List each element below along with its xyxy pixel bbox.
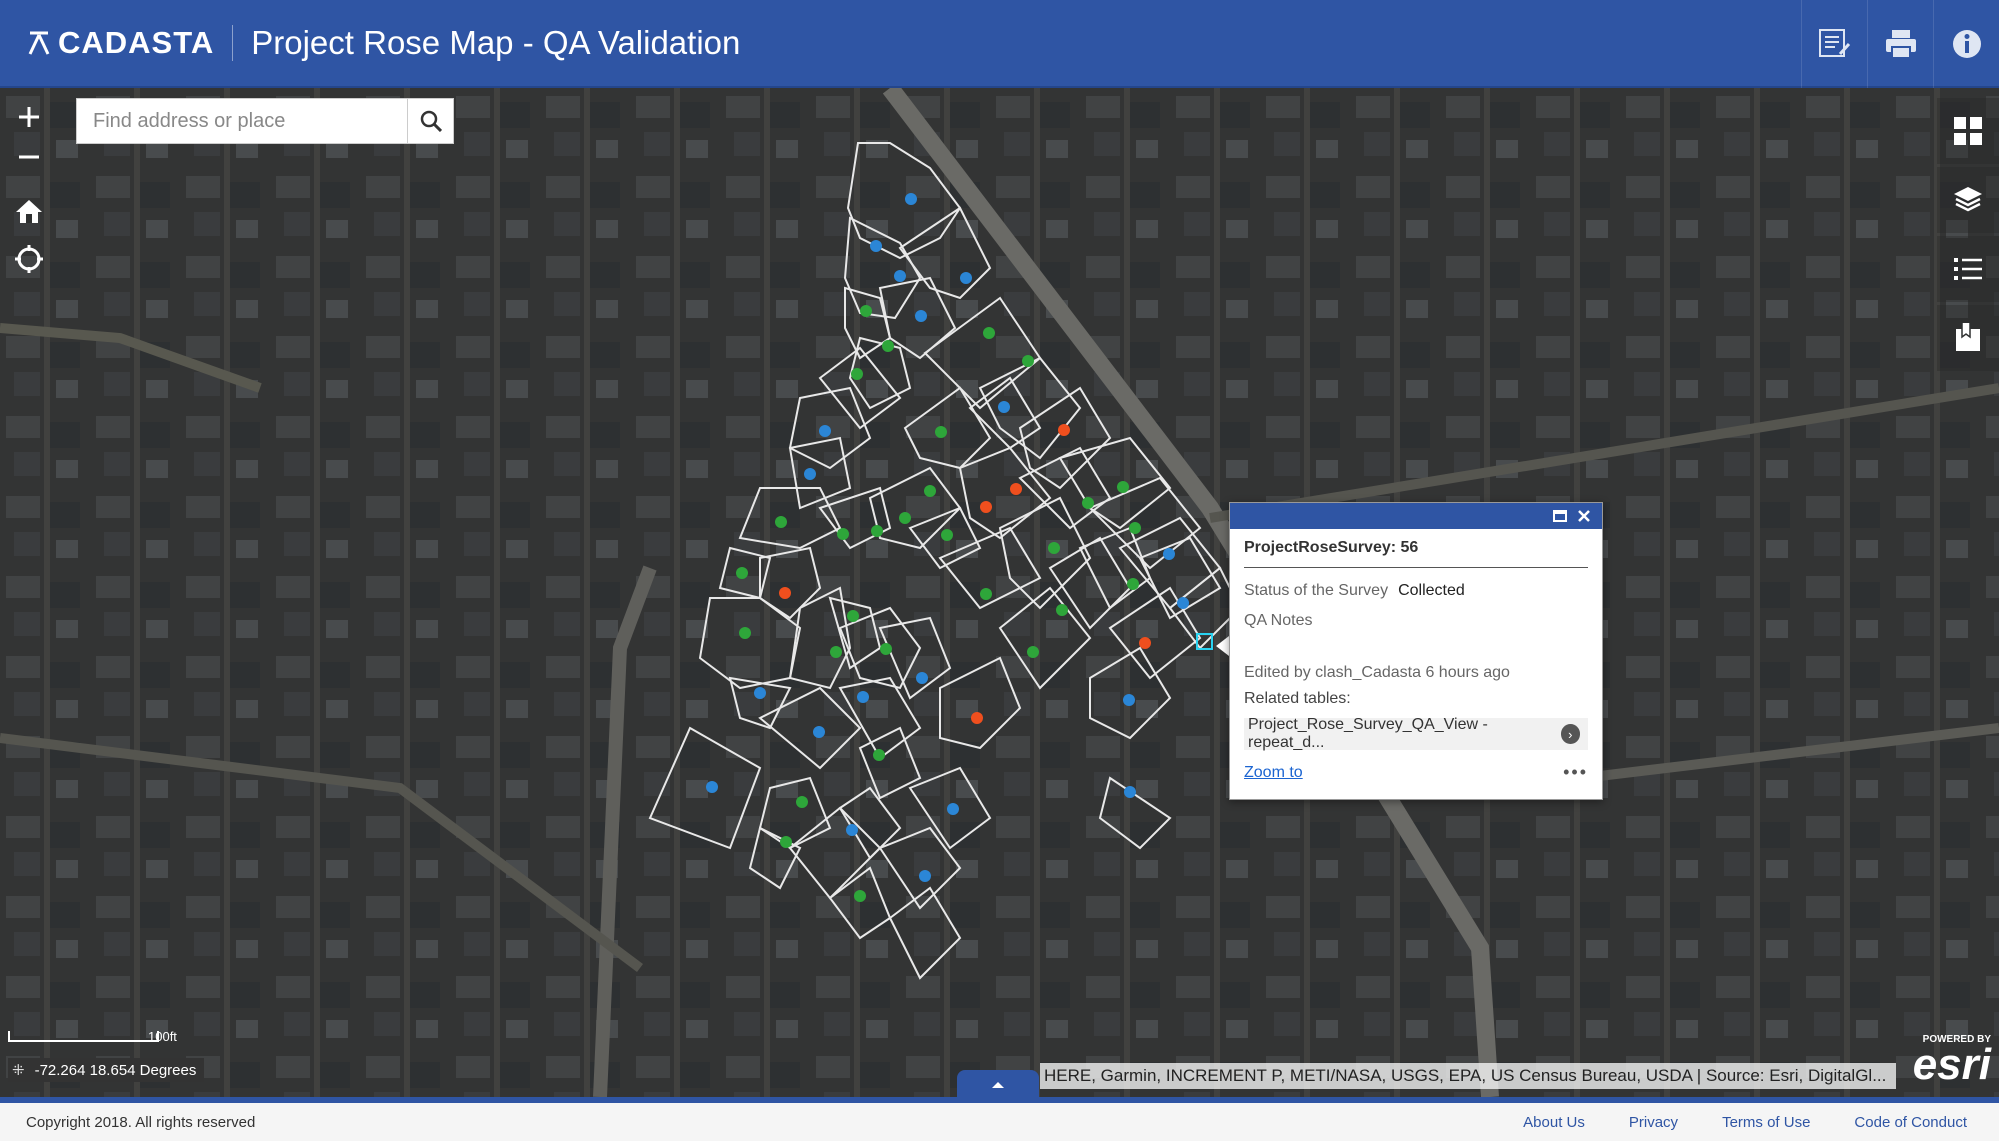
related-tables-label: Related tables: (1244, 690, 1351, 707)
related-table-name: Project_Rose_Survey_QA_View - repeat_d..… (1248, 716, 1488, 751)
edited-info: Edited by clash_Cadasta 6 hours ago (1244, 664, 1510, 681)
related-table-item[interactable]: Project_Rose_Survey_QA_View - repeat_d..… (1244, 716, 1588, 751)
attribute-table-toggle[interactable] (957, 1070, 1039, 1097)
layers-button[interactable] (1937, 167, 1999, 233)
crosshair-icon: ⁜ (12, 1062, 25, 1079)
footer-link-terms[interactable]: Terms of Use (1722, 1114, 1810, 1131)
home-icon (16, 200, 42, 223)
page-footer: Copyright 2018. All rights reserved Abou… (0, 1097, 1999, 1141)
basemap-gallery-button[interactable] (1937, 98, 1999, 164)
search-box[interactable] (76, 98, 454, 144)
header-divider (232, 25, 234, 61)
scale-bar-line (8, 1031, 159, 1042)
field-label: Status of the Survey (1244, 582, 1389, 599)
app-title: Project Rose Map - QA Validation (251, 24, 741, 61)
app-header: CADASTA Project Rose Map - QA Validation (0, 0, 1999, 88)
popup-footer: Zoom to ••• (1244, 762, 1588, 783)
footer-link-privacy[interactable]: Privacy (1629, 1114, 1678, 1131)
satellite-map[interactable] (0, 88, 1999, 1097)
list-icon (1954, 258, 1982, 280)
popup-title: ProjectRoseSurvey: 56 (1244, 539, 1588, 568)
zoom-in-button[interactable] (10, 98, 48, 136)
popup-titlebar (1230, 503, 1602, 529)
footer-link-conduct[interactable]: Code of Conduct (1854, 1114, 1967, 1131)
edit-list-icon (1818, 29, 1850, 57)
cadasta-logo-icon (28, 31, 50, 55)
zoom-to-link[interactable]: Zoom to (1244, 764, 1303, 782)
field-value: Collected (1398, 582, 1465, 599)
search-icon (420, 110, 442, 132)
zoom-out-button[interactable] (10, 138, 48, 176)
coordinate-text: -72.264 18.654 Degrees (34, 1061, 197, 1079)
field-label: QA Notes (1244, 612, 1313, 629)
search-button[interactable] (407, 99, 453, 143)
maximize-icon[interactable] (1548, 505, 1572, 527)
plus-icon (19, 107, 39, 127)
popup-body: ProjectRoseSurvey: 56 Status of the Surv… (1230, 529, 1602, 793)
feature-popup: ProjectRoseSurvey: 56 Status of the Surv… (1229, 502, 1603, 800)
close-icon[interactable] (1572, 505, 1596, 527)
locate-icon (15, 245, 43, 273)
print-icon (1885, 30, 1916, 59)
edit-list-button[interactable] (1801, 0, 1867, 88)
caret-up-icon (992, 1082, 1004, 1088)
scale-bar: 100ft (8, 1029, 177, 1045)
field-row-qa-notes: QA Notes (1244, 612, 1588, 630)
more-options-icon[interactable]: ••• (1563, 762, 1588, 783)
footer-link-about[interactable]: About Us (1523, 1114, 1585, 1131)
home-button[interactable] (10, 192, 48, 230)
bookmark-icon (1956, 323, 1980, 351)
esri-wordmark: esri (1912, 1040, 1991, 1089)
logo-text: CADASTA (58, 25, 215, 60)
header-buttons (1801, 0, 1999, 88)
esri-logo[interactable]: POWERED BY esri (1912, 1034, 1991, 1089)
info-icon (1952, 30, 1981, 58)
search-input[interactable] (77, 99, 407, 143)
map-view[interactable]: ProjectRoseSurvey: 56 Status of the Surv… (0, 88, 1999, 1097)
field-row-status: Status of the Survey Collected (1244, 582, 1588, 600)
grid-icon (1954, 117, 1982, 145)
print-button[interactable] (1867, 0, 1933, 88)
footer-links: About Us Privacy Terms of Use Code of Co… (1523, 1114, 1967, 1131)
coordinate-readout[interactable]: ⁜ -72.264 18.654 Degrees (8, 1058, 205, 1082)
cadasta-logo[interactable]: CADASTA (28, 25, 214, 61)
layers-icon (1954, 187, 1982, 212)
bookmark-button[interactable] (1937, 305, 1999, 371)
right-toolbar (1937, 98, 1999, 374)
attribution: HERE, Garmin, INCREMENT P, METI/NASA, US… (1040, 1063, 1896, 1089)
locate-button[interactable] (10, 240, 48, 278)
scale-label: 100ft (148, 1029, 177, 1044)
chevron-right-icon: › (1560, 724, 1580, 744)
copyright-text: Copyright 2018. All rights reserved (26, 1113, 256, 1131)
legend-button[interactable] (1937, 236, 1999, 302)
minus-icon (19, 155, 39, 159)
info-button[interactable] (1933, 0, 1999, 88)
